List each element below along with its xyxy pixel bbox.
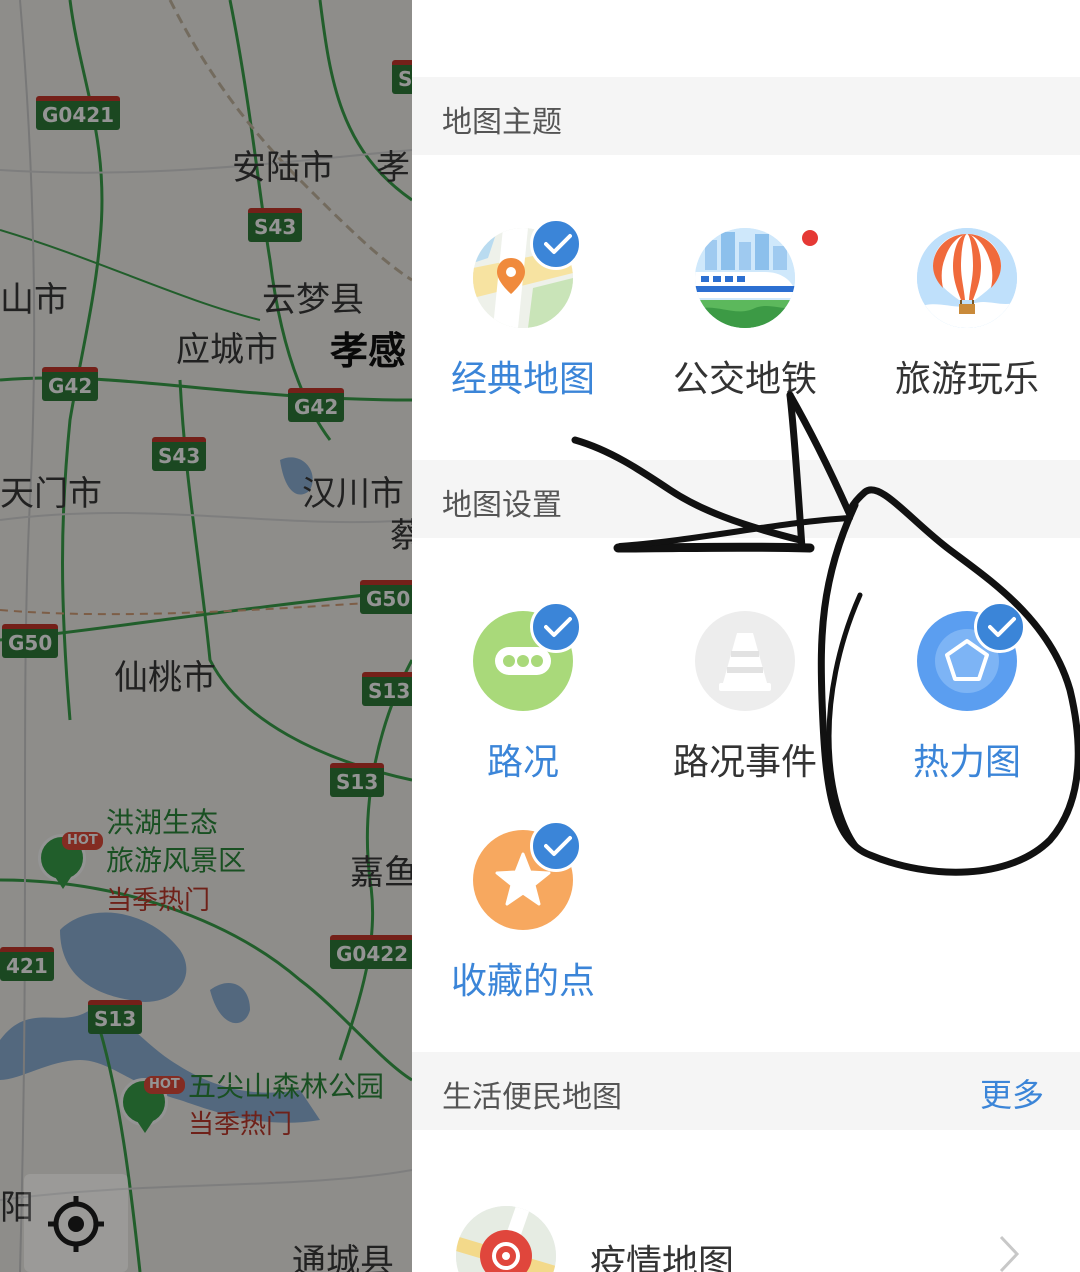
map-dim-overlay[interactable] (0, 0, 412, 1272)
train-icon (695, 228, 795, 328)
epidemic-map-row[interactable]: 疫情地图 (412, 1176, 1080, 1272)
setting-favorites[interactable]: 收藏的点 (412, 820, 634, 1010)
setting-label: 路况 (486, 742, 559, 783)
chevron-right-icon (999, 1235, 1020, 1272)
map-view[interactable]: S4 G0421 S43 G42 G42 S43 G50 G50 S13 S13… (0, 0, 412, 1272)
locate-button[interactable] (24, 1174, 128, 1272)
theme-travel[interactable]: 旅游玩乐 (856, 228, 1078, 408)
theme-label: 公交地铁 (672, 359, 817, 400)
setting-traffic[interactable]: 路况 (412, 601, 634, 791)
selected-check-icon (974, 601, 1026, 653)
selected-check-icon (530, 820, 582, 872)
theme-bus-metro[interactable]: 公交地铁 (634, 228, 856, 408)
map-layers-panel: 地图主题 经典地图 公交地铁 旅游玩乐 地图设置 路况 路况事件 热力图 收藏的… (412, 0, 1080, 1272)
traffic-cone-icon (695, 611, 795, 711)
hot-air-balloon-icon (917, 228, 1017, 328)
setting-label: 路况事件 (672, 742, 817, 783)
section-title: 生活便民地图 (442, 1080, 622, 1115)
selected-check-icon (530, 218, 582, 270)
section-title: 地图主题 (442, 105, 562, 140)
epidemic-map-icon (456, 1206, 556, 1272)
theme-label: 经典地图 (450, 359, 595, 400)
theme-label: 旅游玩乐 (894, 359, 1039, 400)
theme-classic-map[interactable]: 经典地图 (412, 218, 634, 408)
crosshair-icon (48, 1196, 104, 1252)
more-link[interactable]: 更多 (980, 1070, 1044, 1116)
section-header-map-theme: 地图主题 (412, 77, 1080, 155)
section-title: 地图设置 (442, 488, 562, 523)
app-root: S4 G0421 S43 G42 G42 S43 G50 G50 S13 S13… (0, 0, 1080, 1272)
setting-label: 收藏的点 (450, 961, 595, 1002)
section-header-life-maps: 生活便民地图 更多 (412, 1052, 1080, 1130)
setting-heatmap[interactable]: 热力图 (856, 601, 1078, 791)
selected-check-icon (530, 601, 582, 653)
epidemic-map-label: 疫情地图 (590, 1243, 735, 1272)
section-header-map-settings: 地图设置 (412, 460, 1080, 538)
setting-label: 热力图 (912, 742, 1021, 783)
new-dot-badge (802, 230, 818, 246)
setting-traffic-events[interactable]: 路况事件 (634, 611, 856, 791)
